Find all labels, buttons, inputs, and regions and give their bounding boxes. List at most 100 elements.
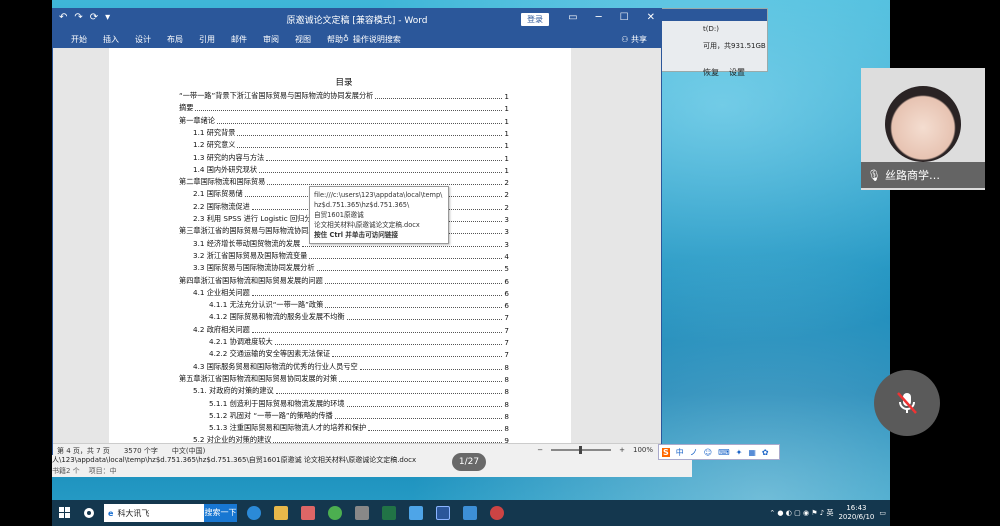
tell-me-search[interactable]: 操作说明搜索	[353, 34, 401, 45]
clock[interactable]: 16:43 2020/6/10	[838, 504, 874, 522]
toc-entry[interactable]: 摘要 1	[179, 102, 509, 113]
lightbulb-icon: ♁	[343, 34, 349, 43]
ribbon-tab[interactable]: 审阅	[263, 34, 279, 45]
usb-icon[interactable]	[355, 505, 369, 521]
share-button[interactable]: ⚇ 共享	[621, 34, 647, 45]
background-window: t(D:) 可用，共931.51GB 恢复 设置	[652, 8, 768, 77]
ime-emoji-icon[interactable]: ☺	[704, 448, 712, 457]
restore-button[interactable]: 恢复	[703, 67, 719, 78]
app-icon[interactable]	[301, 505, 315, 521]
toc-page-number: 1	[504, 153, 509, 163]
toc-entry[interactable]: 第四章浙江省国际物流和国际贸易发展的问题 6	[179, 275, 509, 286]
ribbon-tab[interactable]: 引用	[199, 34, 215, 45]
ribbon-tab[interactable]: 帮助	[327, 34, 343, 45]
toc-entry[interactable]: 5.1. 对政府的对策的建议 8	[193, 385, 509, 396]
toc-entry[interactable]: 4.2.2 交通运输的安全等因素无法保证 7	[209, 348, 509, 359]
presenter-name: 丝路商学…	[884, 169, 940, 182]
ribbon-tab[interactable]: 开始	[71, 34, 87, 45]
ime-settings-icon[interactable]: ✿	[762, 448, 769, 457]
toc-entry[interactable]: 5.1.3 注重国际贸易和国际物流人才的培养和保护 8	[209, 422, 509, 433]
ime-mode[interactable]: 中	[676, 447, 684, 458]
toc-page-number: 7	[504, 313, 509, 323]
zoom-out-icon[interactable]: −	[537, 446, 543, 454]
notification-icon[interactable]: ▭	[879, 509, 886, 517]
zoom-level[interactable]: 100%	[633, 446, 653, 454]
document-area[interactable]: 目录 “一带一路”背景下浙江省国际贸易与国际物流的协同发展分析 1 摘要 1 第一章绪论…	[53, 48, 661, 443]
toc-entry-text: 4.3 国际服务贸易和国际物流的优秀的行业人员亏空	[193, 361, 358, 371]
toc-page-number: 6	[504, 288, 509, 298]
slide-page-indicator: 1/27	[452, 453, 486, 471]
word-titlebar: ↶ ↷ ⟳ ▾ 原邀诚论文定稿 [兼容模式] - Word 登录 ▭ ─ ☐ ✕	[53, 9, 661, 30]
toc-entry[interactable]: “一带一路”背景下浙江省国际贸易与国际物流的协同发展分析 1	[179, 90, 509, 101]
toc-entry[interactable]: 4.2.1 协调难度较大 7	[209, 336, 509, 347]
toc-page-number: 7	[504, 325, 509, 335]
toc-title: 目录	[335, 78, 353, 88]
system-tray: ⌃ ● ◐ ▢ ◉ ⚑ ♪ 英 16:43 2020/6/10 ▭	[769, 504, 886, 522]
close-icon[interactable]: ✕	[647, 12, 655, 23]
document-page[interactable]: 目录 “一带一路”背景下浙江省国际贸易与国际物流的协同发展分析 1 摘要 1 第一章绪论…	[109, 48, 571, 443]
toc-entry[interactable]: 4.3 国际服务贸易和国际物流的优秀的行业人员亏空 8	[193, 361, 509, 372]
toc-entry[interactable]: 1.1 研究背景 1	[193, 127, 509, 138]
screen-capture: t(D:) 可用，共931.51GB 恢复 设置 ↶ ↷ ⟳ ▾ 原邀诚论文定稿…	[0, 0, 1000, 526]
toc-entry[interactable]: 1.4 国内外研究现状 1	[193, 164, 509, 175]
toc-leader	[332, 356, 503, 358]
settings-button[interactable]: 设置	[729, 67, 745, 78]
toc-entry[interactable]: 5.1.2 巩固对 “一带一路”的策略的传播 8	[209, 410, 509, 421]
toc-leader	[237, 134, 503, 136]
minimize-icon[interactable]: ─	[596, 12, 602, 23]
browser-icon[interactable]	[328, 505, 342, 521]
toc-entry[interactable]: 4.1 企业相关问题 6	[193, 287, 509, 298]
word-taskbar-icon[interactable]	[436, 505, 450, 521]
app2-icon[interactable]	[409, 505, 423, 521]
toc-entry[interactable]: 4.1.2 国际贸易和物流的服务业发展不均衡 7	[209, 311, 509, 322]
zoom-in-icon[interactable]: +	[619, 446, 625, 454]
windows-start-icon[interactable]	[58, 505, 72, 521]
toc-leader	[274, 344, 503, 345]
login-button[interactable]: 登录	[521, 13, 549, 26]
toc-page-number: 8	[504, 387, 509, 397]
ribbon-tab[interactable]: 插入	[103, 34, 119, 45]
tray-icons[interactable]: ⌃ ● ◐ ▢ ◉ ⚑ ♪ 英	[769, 508, 833, 518]
toc-entry-text: 第五章浙江省国际物流和国际贸易协同发展的对策	[179, 373, 338, 383]
toc-entry[interactable]: 1.2 研究意义 1	[193, 139, 509, 150]
sogou-icon[interactable]: S	[662, 447, 670, 457]
toc-entry-text: 2.2 国际物流促进	[193, 201, 250, 211]
toc-entry[interactable]: 第一章绪论 1	[179, 115, 509, 126]
edge-icon[interactable]	[247, 505, 261, 521]
ribbon-tab[interactable]: 设计	[135, 34, 151, 45]
ime-skin-icon[interactable]: ✦	[736, 448, 743, 457]
ime-toolbar[interactable]: S 中 ノ ☺ ⌨ ✦ ▦ ✿	[658, 444, 780, 460]
ime-punct-icon[interactable]: ノ	[690, 447, 698, 458]
toc-entry[interactable]: 4.1.1 无法充分认识“一带一路”政策 6	[209, 299, 509, 310]
toc-entry-text: 4.2 政府相关问题	[193, 324, 250, 334]
toc-page-number: 1	[504, 116, 509, 126]
app3-icon[interactable]	[463, 505, 477, 521]
ribbon-tab[interactable]: 视图	[295, 34, 311, 45]
excel-icon[interactable]	[382, 505, 396, 521]
toc-leader	[302, 245, 503, 247]
toc-entry[interactable]: 3.3 国际贸易与国际物流协同发展分析 5	[193, 262, 509, 273]
ime-grid-icon[interactable]: ▦	[748, 448, 756, 457]
item-selection-text: 项目：中	[88, 467, 117, 475]
search-button[interactable]: 搜索一下	[204, 504, 237, 522]
toc-entry-text: 2.3 利用 SPSS 进行 Logistic 回归分析	[193, 214, 319, 223]
app4-icon[interactable]	[490, 505, 504, 521]
baidu-icon[interactable]	[82, 505, 96, 521]
maximize-icon[interactable]: ☐	[620, 12, 629, 23]
toc-entry[interactable]: 1.3 研究的内容与方法 1	[193, 152, 509, 163]
zoom-slider[interactable]	[551, 446, 612, 454]
toc-entry-text: 第二章国际物流和国际贸易	[179, 177, 266, 187]
toc-entry[interactable]: 4.2 政府相关问题 7	[193, 324, 509, 335]
toc-entry[interactable]: 5.1.1 创造利于国际贸易和物流发展的环境 8	[209, 398, 509, 409]
ime-keyboard-icon[interactable]: ⌨	[718, 448, 730, 457]
ribbon-tab[interactable]: 布局	[167, 34, 183, 45]
folder-icon[interactable]	[274, 505, 288, 521]
mute-button[interactable]	[874, 370, 940, 436]
toc-entry[interactable]: 第五章浙江省国际物流和国际贸易协同发展的对策 8	[179, 373, 509, 384]
ribbon-tab[interactable]: 邮件	[231, 34, 247, 45]
toc-page-number: 3	[504, 239, 509, 249]
ribbon-display-icon[interactable]: ▭	[568, 12, 577, 23]
toc-entry[interactable]: 5.2 对企业的对策的建议 9	[193, 434, 509, 443]
toc-entry[interactable]: 3.2 浙江省国际贸易及国际物流变量 4	[193, 250, 509, 261]
explorer-status: 人\123\appdata\local\temp\hz$d.751.365\hz…	[52, 455, 692, 477]
